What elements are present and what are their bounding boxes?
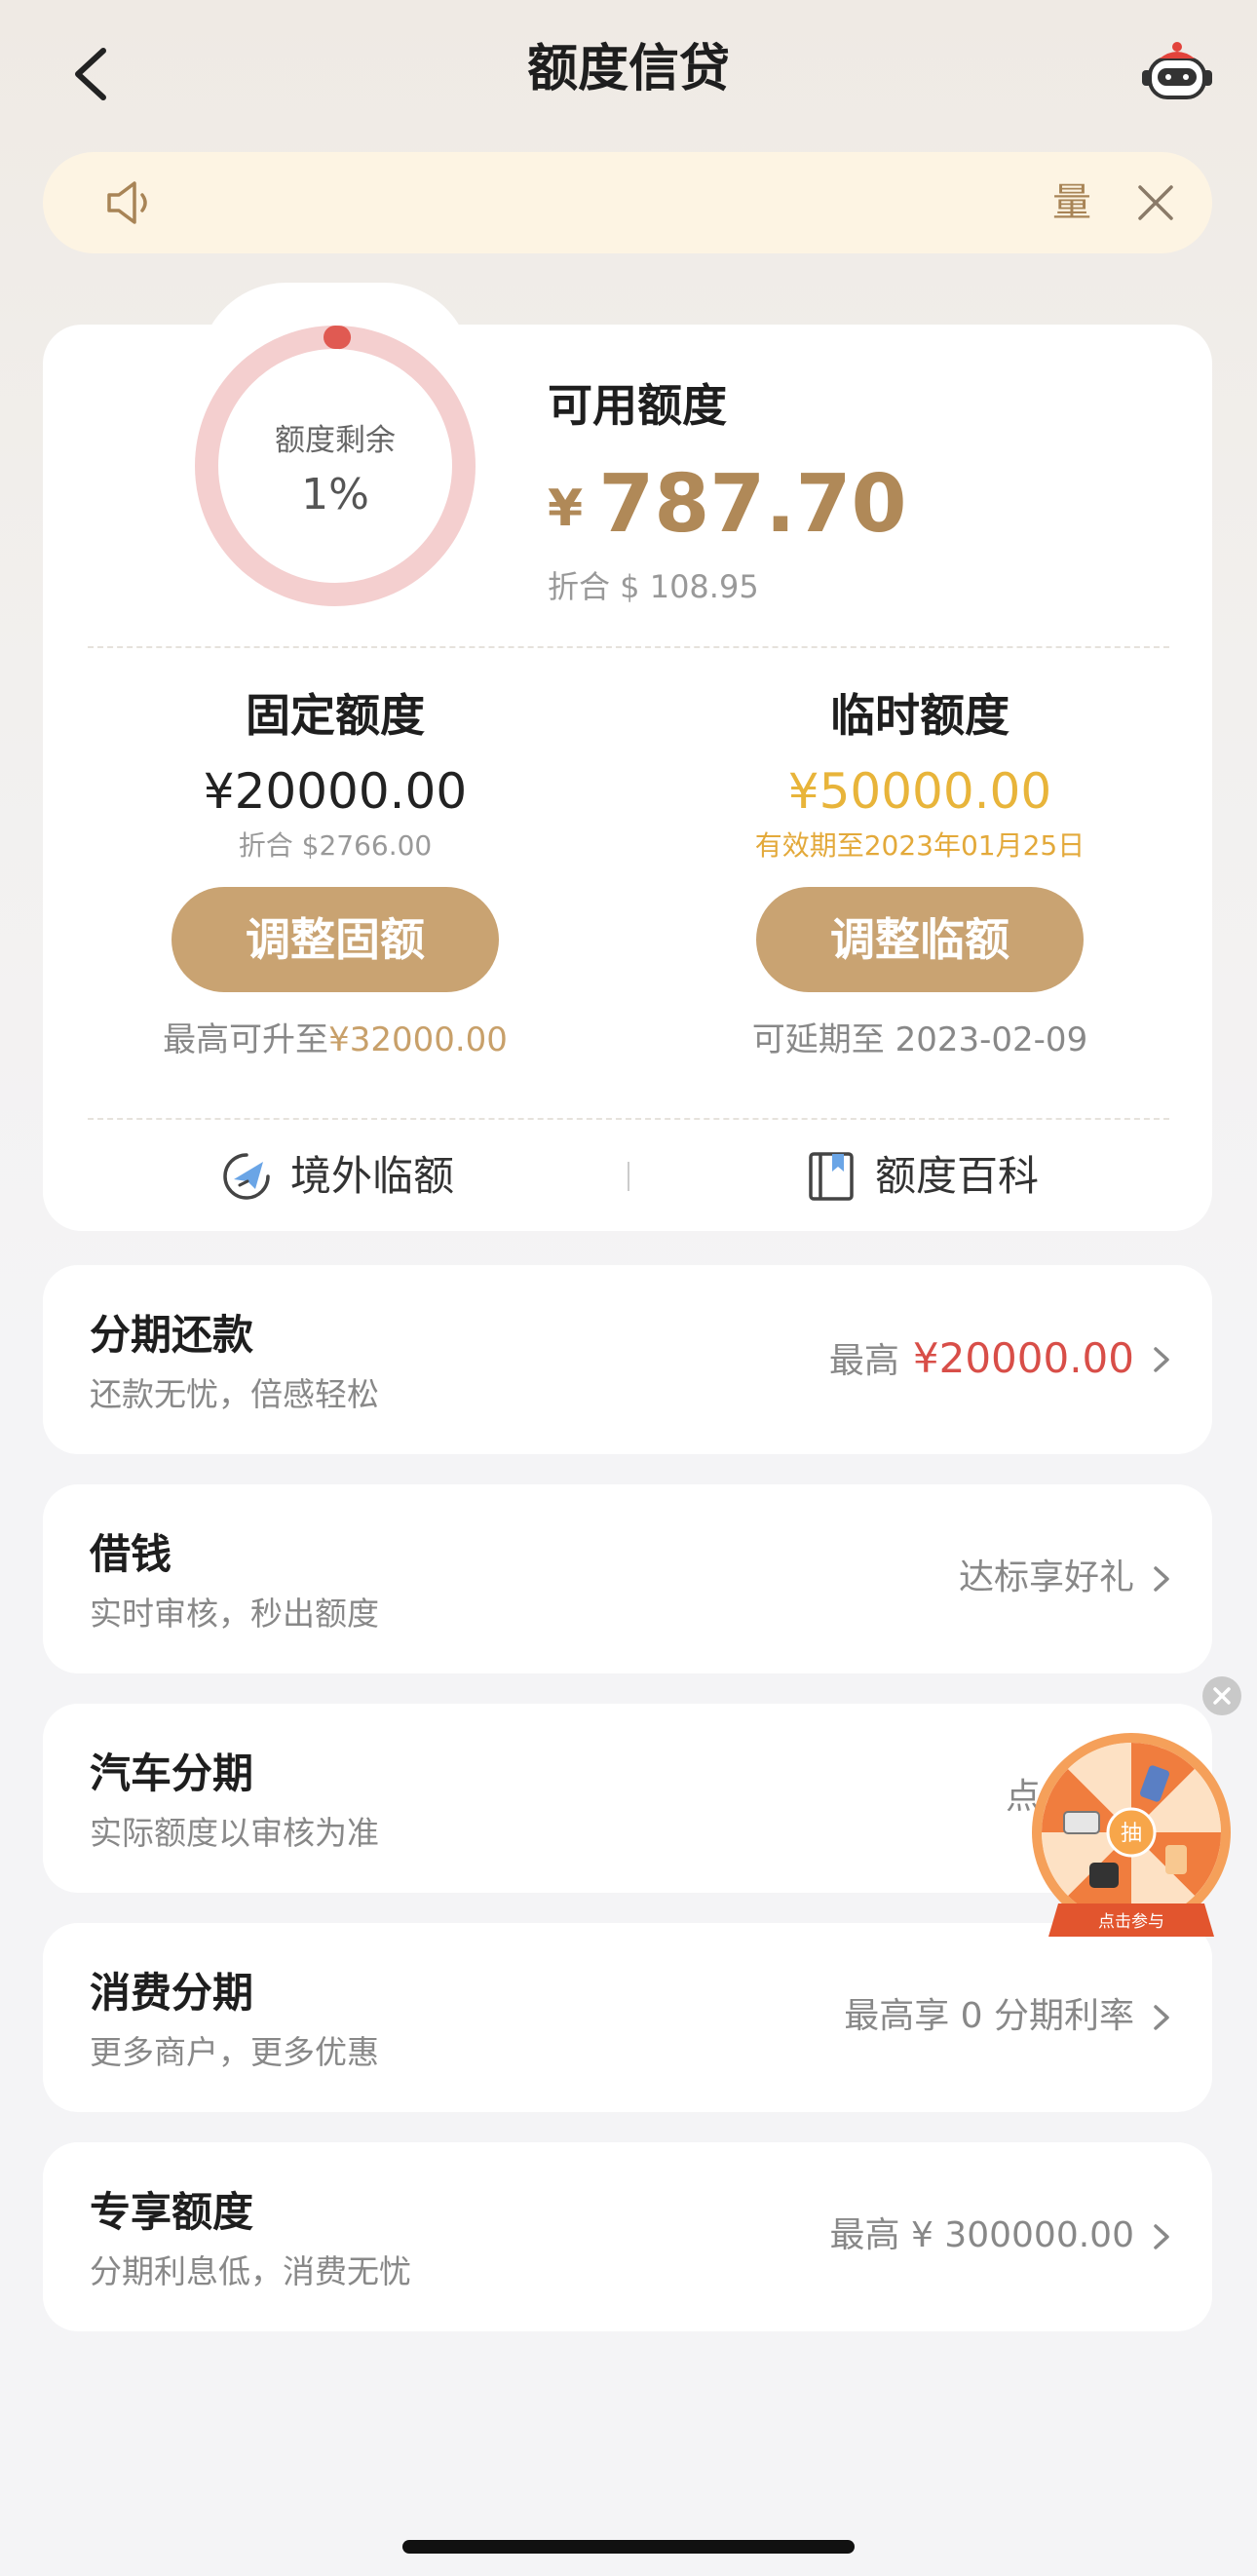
close-icon[interactable] <box>1134 181 1177 224</box>
notice-bar[interactable]: 量 <box>43 152 1212 253</box>
wiki-link-label: 额度百科 <box>875 1152 1040 1200</box>
row-right-text: 达标享好礼 <box>958 1557 1134 1597</box>
remaining-credit-ring <box>195 326 476 606</box>
chevron-right-icon <box>1154 1347 1169 1372</box>
row-subtitle: 实际额度以审核为准 <box>90 1814 379 1852</box>
row-title: 汽车分期 <box>90 1749 254 1797</box>
divider <box>88 1118 1169 1120</box>
available-credit-title: 可用额度 <box>548 379 727 432</box>
available-amount-value: 787.70 <box>598 458 907 551</box>
row-title: 消费分期 <box>90 1969 254 2017</box>
credit-wiki-link[interactable]: 额度百科 <box>805 1142 1058 1211</box>
fixed-credit-amount: ¥20000.00 <box>203 763 468 820</box>
row-title: 借钱 <box>90 1530 172 1578</box>
temporary-credit-section: 临时额度 ¥50000.00 有效期至2023年01月25日 调整临额 可延期至… <box>628 684 1212 1064</box>
overseas-link-label: 境外临额 <box>290 1152 455 1200</box>
notice-text: 量 <box>1052 180 1091 225</box>
row-right-text: 最高 ¥20000.00 <box>829 1331 1134 1389</box>
row-right-text: 最高 ¥ 300000.00 <box>829 2215 1134 2255</box>
row-subtitle: 还款无忧，倍感轻松 <box>90 1375 379 1413</box>
row-subtitle: 更多商户，更多优惠 <box>90 2033 379 2071</box>
fixed-credit-title: 固定额度 <box>246 689 425 742</box>
temporary-credit-title: 临时额度 <box>830 689 1009 742</box>
fixed-credit-section: 固定额度 ¥20000.00 折合 $2766.00 调整固额 最高可升至¥32… <box>43 684 628 1064</box>
speaker-icon <box>107 181 147 224</box>
available-credit-amount: ¥787.70 <box>548 456 907 575</box>
fixed-credit-converted: 折合 $2766.00 <box>238 829 433 862</box>
row-title: 分期还款 <box>90 1311 254 1359</box>
available-converted: 折合 $ 108.95 <box>548 568 759 605</box>
lucky-wheel-icon[interactable]: 抽 点击参与 <box>1029 1730 1234 1954</box>
row-right-value: ¥20000.00 <box>912 1334 1134 1382</box>
wheel-center-label: 抽 <box>1121 1822 1142 1846</box>
ring-percent: 1% <box>301 470 369 519</box>
chevron-right-icon <box>1154 2224 1169 2249</box>
home-indicator <box>402 2540 855 2554</box>
page-title: 额度信贷 <box>526 40 730 98</box>
list-item-exclusive-credit[interactable]: 专享额度 分期利息低，消费无忧 最高 ¥ 300000.00 <box>43 2142 1212 2331</box>
nav-bar: 额度信贷 <box>0 0 1257 136</box>
temporary-credit-amount: ¥50000.00 <box>787 763 1052 820</box>
row-subtitle: 分期利息低，消费无忧 <box>90 2252 411 2290</box>
chevron-right-icon <box>1154 1566 1169 1592</box>
ring-label: 额度剩余 <box>275 423 396 458</box>
row-title: 专享额度 <box>90 2188 254 2236</box>
row-subtitle: 实时审核，秒出额度 <box>90 1595 379 1633</box>
book-icon <box>809 1152 854 1201</box>
overseas-temp-credit-link[interactable]: 境外临额 <box>220 1142 474 1211</box>
customer-service-robot-icon[interactable] <box>1140 39 1214 107</box>
row-right-text: 最高享 0 分期利率 <box>844 1996 1134 2036</box>
temporary-credit-validity: 有效期至2023年01月25日 <box>754 829 1086 862</box>
fixed-note-value: ¥32000.00 <box>328 1020 508 1059</box>
chevron-right-icon <box>1154 2005 1169 2030</box>
close-float-icon[interactable] <box>1200 1674 1243 1717</box>
fixed-note-prefix: 最高可升至 <box>163 1020 329 1059</box>
fixed-credit-note: 最高可升至¥32000.00 <box>43 1016 628 1064</box>
wheel-cta: 点击参与 <box>1098 1912 1164 1932</box>
plane-globe-icon <box>223 1153 270 1200</box>
list-item-installment-repay[interactable]: 分期还款 还款无忧，倍感轻松 最高 ¥20000.00 <box>43 1265 1212 1454</box>
adjust-temporary-button[interactable]: 调整临额 <box>756 887 1084 992</box>
link-divider <box>628 1162 629 1191</box>
currency-symbol: ¥ <box>548 480 584 538</box>
row-right-prefix: 最高 <box>828 1341 899 1381</box>
temporary-credit-note: 可延期至 2023-02-09 <box>751 1020 1088 1059</box>
adjust-fixed-button[interactable]: 调整固额 <box>171 887 499 992</box>
divider <box>88 646 1169 648</box>
list-item-borrow[interactable]: 借钱 实时审核，秒出额度 达标享好礼 <box>43 1484 1212 1673</box>
